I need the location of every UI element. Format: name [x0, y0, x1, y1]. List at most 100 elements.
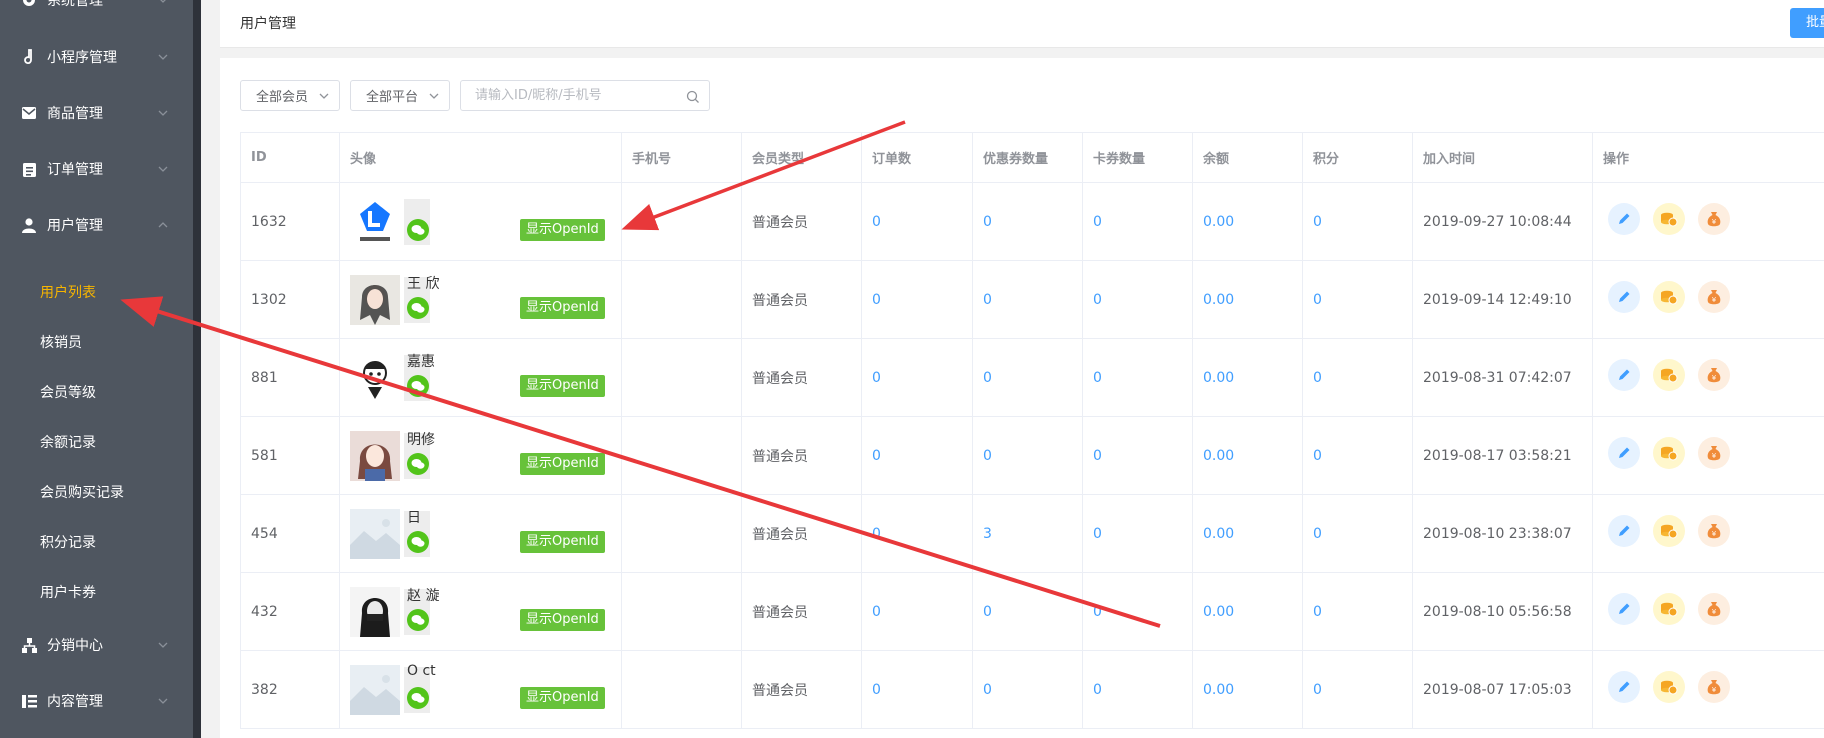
cell-points[interactable]: 0	[1302, 494, 1413, 573]
cell-orders[interactable]: 0	[861, 494, 973, 573]
sidebar-item-goods[interactable]: 商品管理	[0, 85, 193, 141]
money-bag-icon[interactable]: ¥	[1698, 359, 1730, 391]
chevron-down-icon	[318, 90, 330, 102]
cell-phone	[621, 416, 742, 495]
show-openid-button[interactable]: 显示OpenId	[520, 375, 605, 397]
platform-filter-select[interactable]: 全部平台	[350, 80, 450, 111]
cell-cards[interactable]: 0	[1082, 338, 1193, 417]
cell-member-type: 普通会员	[741, 338, 862, 417]
cell-balance[interactable]: 0.00	[1192, 650, 1303, 729]
avatar	[350, 665, 400, 715]
sidebar-item-orders[interactable]: 订单管理	[0, 141, 193, 197]
money-bag-icon[interactable]: ¥	[1698, 281, 1730, 313]
coins-icon[interactable]	[1653, 515, 1685, 547]
cell-orders[interactable]: 0	[861, 416, 973, 495]
cell-points[interactable]: 0	[1302, 338, 1413, 417]
cell-cards[interactable]: 0	[1082, 494, 1193, 573]
cell-points[interactable]: 0	[1302, 416, 1413, 495]
search-icon[interactable]	[686, 89, 700, 103]
cell-balance[interactable]: 0.00	[1192, 494, 1303, 573]
chevron-down-icon	[428, 90, 440, 102]
money-bag-icon[interactable]: ¥	[1698, 515, 1730, 547]
wechat-icon	[407, 219, 429, 241]
sidebar-item-system[interactable]: 系统管理	[0, 0, 193, 28]
cell-balance[interactable]: 0.00	[1192, 260, 1303, 339]
show-openid-button[interactable]: 显示OpenId	[520, 219, 605, 241]
show-openid-button[interactable]: 显示OpenId	[520, 297, 605, 319]
sidebar-item-content[interactable]: 内容管理	[0, 673, 193, 729]
edit-icon[interactable]	[1608, 593, 1640, 625]
edit-icon[interactable]	[1608, 437, 1640, 469]
coins-icon[interactable]	[1653, 437, 1685, 469]
sidebar-item-miniprogram[interactable]: 小程序管理	[0, 29, 193, 85]
cell-joined: 2019-08-17 03:58:21	[1412, 416, 1593, 495]
coins-icon[interactable]	[1653, 203, 1685, 235]
cell-balance[interactable]: 0.00	[1192, 416, 1303, 495]
column-header-actions: 操作	[1592, 132, 1824, 183]
sidebar-item-distribution[interactable]: 分销中心	[0, 617, 193, 673]
sidebar-scrollbar[interactable]	[193, 0, 201, 738]
svg-text:¥: ¥	[1712, 608, 1717, 616]
user-icon	[20, 216, 38, 234]
sidebar-item-users[interactable]: 用户管理	[0, 197, 193, 253]
show-openid-button[interactable]: 显示OpenId	[520, 531, 605, 553]
cell-coupons[interactable]: 0	[972, 416, 1083, 495]
wechat-icon	[407, 297, 429, 319]
sidebar-sub-balance-log[interactable]: 余额记录	[0, 417, 193, 467]
edit-icon[interactable]	[1608, 203, 1640, 235]
cell-orders[interactable]: 0	[861, 182, 973, 261]
cell-orders[interactable]: 0	[861, 572, 973, 651]
sidebar-sub-user-cards[interactable]: 用户卡券	[0, 567, 193, 617]
sidebar-sub-verifier[interactable]: 核销员	[0, 317, 193, 367]
cell-avatar: O ct 显示OpenId	[339, 650, 622, 729]
cell-points[interactable]: 0	[1302, 260, 1413, 339]
cell-cards[interactable]: 0	[1082, 182, 1193, 261]
sidebar-sub-member-level[interactable]: 会员等级	[0, 367, 193, 417]
cell-coupons[interactable]: 3	[972, 494, 1083, 573]
coins-icon[interactable]	[1653, 593, 1685, 625]
sidebar-sub-points-log[interactable]: 积分记录	[0, 517, 193, 567]
edit-icon[interactable]	[1608, 515, 1640, 547]
cell-coupons[interactable]: 0	[972, 260, 1083, 339]
cell-cards[interactable]: 0	[1082, 260, 1193, 339]
cell-orders[interactable]: 0	[861, 650, 973, 729]
cell-orders[interactable]: 0	[861, 260, 973, 339]
cell-cards[interactable]: 0	[1082, 572, 1193, 651]
show-openid-button[interactable]: 显示OpenId	[520, 609, 605, 631]
sidebar-sub-member-purchase[interactable]: 会员购买记录	[0, 467, 193, 517]
cell-balance[interactable]: 0.00	[1192, 338, 1303, 417]
cell-points[interactable]: 0	[1302, 572, 1413, 651]
money-bag-icon[interactable]: ¥	[1698, 437, 1730, 469]
cell-balance[interactable]: 0.00	[1192, 572, 1303, 651]
cell-cards[interactable]: 0	[1082, 650, 1193, 729]
show-openid-button[interactable]: 显示OpenId	[520, 453, 605, 475]
show-openid-button[interactable]: 显示OpenId	[520, 687, 605, 709]
edit-icon[interactable]	[1608, 359, 1640, 391]
cell-balance[interactable]: 0.00	[1192, 182, 1303, 261]
coins-icon[interactable]	[1653, 281, 1685, 313]
cell-coupons[interactable]: 0	[972, 572, 1083, 651]
cell-points[interactable]: 0	[1302, 182, 1413, 261]
money-bag-icon[interactable]: ¥	[1698, 671, 1730, 703]
search-input[interactable]	[475, 81, 675, 110]
sidebar-sub-user-list[interactable]: 用户列表	[0, 267, 193, 317]
search-box	[460, 80, 710, 111]
cell-coupons[interactable]: 0	[972, 338, 1083, 417]
user-nickname: O ct	[407, 663, 436, 679]
edit-icon[interactable]	[1608, 281, 1640, 313]
cell-id: 1302	[240, 260, 340, 339]
cell-orders[interactable]: 0	[861, 338, 973, 417]
cell-coupons[interactable]: 0	[972, 182, 1083, 261]
batch-button[interactable]: 批量	[1790, 8, 1824, 38]
money-bag-icon[interactable]: ¥	[1698, 593, 1730, 625]
cell-points[interactable]: 0	[1302, 650, 1413, 729]
money-bag-icon[interactable]: ¥	[1698, 203, 1730, 235]
member-filter-select[interactable]: 全部会员	[240, 80, 340, 111]
wechat-icon	[407, 531, 429, 553]
coins-icon[interactable]	[1653, 671, 1685, 703]
cell-coupons[interactable]: 0	[972, 650, 1083, 729]
wechat-icon	[407, 375, 429, 397]
edit-icon[interactable]	[1608, 671, 1640, 703]
coins-icon[interactable]	[1653, 359, 1685, 391]
cell-cards[interactable]: 0	[1082, 416, 1193, 495]
